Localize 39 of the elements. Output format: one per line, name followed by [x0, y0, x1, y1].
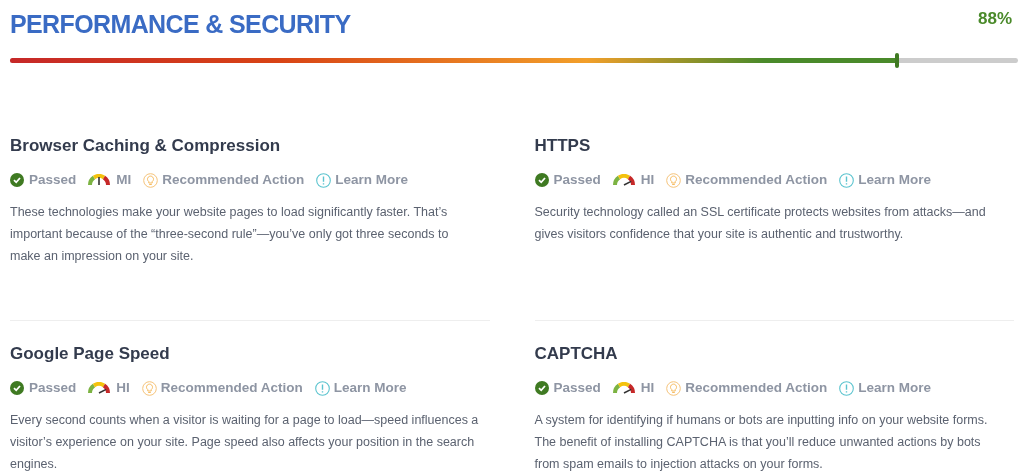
status-label: Passed	[29, 171, 77, 189]
lightbulb-icon	[141, 380, 157, 396]
lightbulb-icon	[666, 172, 682, 188]
section-title: PERFORMANCE & SECURITY	[10, 9, 351, 40]
learn-more-link[interactable]: Learn More	[839, 378, 932, 399]
status-label: Passed	[29, 379, 77, 397]
lightbulb-icon	[143, 172, 159, 188]
item-description: Every second counts when a visitor is waiting for a page to load—speed influences a visitor’s experience on your site. Page speed also affects your position in the search engines.	[10, 412, 480, 473]
gauge-icon	[88, 382, 111, 395]
impact-label: HI	[640, 171, 655, 189]
learn-more-link[interactable]: Learn More	[316, 170, 409, 191]
info-icon	[839, 380, 855, 396]
item-title: Google Page Speed	[10, 342, 171, 365]
score-text: 88%	[977, 8, 1012, 30]
item-title: Browser Caching & Compression	[10, 134, 282, 157]
gauge-icon	[612, 174, 635, 187]
lightbulb-icon	[666, 380, 682, 396]
recommended-action-link[interactable]: Recommended Action	[143, 170, 305, 191]
info-icon	[316, 172, 332, 188]
item-title: HTTPS	[534, 134, 592, 157]
info-icon	[314, 380, 330, 396]
item-description: These technologies make your website pages to load significantly faster. That’s important because of the “three-second rule”—you’ve only got three seconds to make an impression on your site.	[10, 204, 450, 266]
learn-more-link[interactable]: Learn More	[314, 378, 407, 399]
info-icon	[839, 172, 855, 188]
impact-label: HI	[640, 379, 655, 397]
recommended-action-link[interactable]: Recommended Action	[141, 378, 303, 399]
gauge-icon	[612, 382, 635, 395]
status-label: Passed	[553, 379, 601, 397]
item-description: A system for identifying if humans or bots are inputting info on your website forms. The benefit of installing CAPTCHA is that you’ll reduce unwanted actions by bots from spam emails to injection attacks on your forms.	[534, 412, 989, 473]
recommended-action-link[interactable]: Recommended Action	[666, 170, 828, 191]
learn-more-link[interactable]: Learn More	[839, 170, 932, 191]
status-label: Passed	[553, 171, 601, 189]
recommended-action-link[interactable]: Recommended Action	[666, 378, 828, 399]
item-title: CAPTCHA	[534, 342, 619, 365]
score-marker	[895, 52, 900, 68]
gauge-icon	[88, 174, 111, 187]
item-description: Security technology called an SSL certificate protects websites from attacks—and gives visitors confidence that your site is authentic and trustworthy.	[534, 204, 987, 244]
impact-label: MI	[116, 171, 132, 189]
impact-label: HI	[116, 379, 130, 397]
